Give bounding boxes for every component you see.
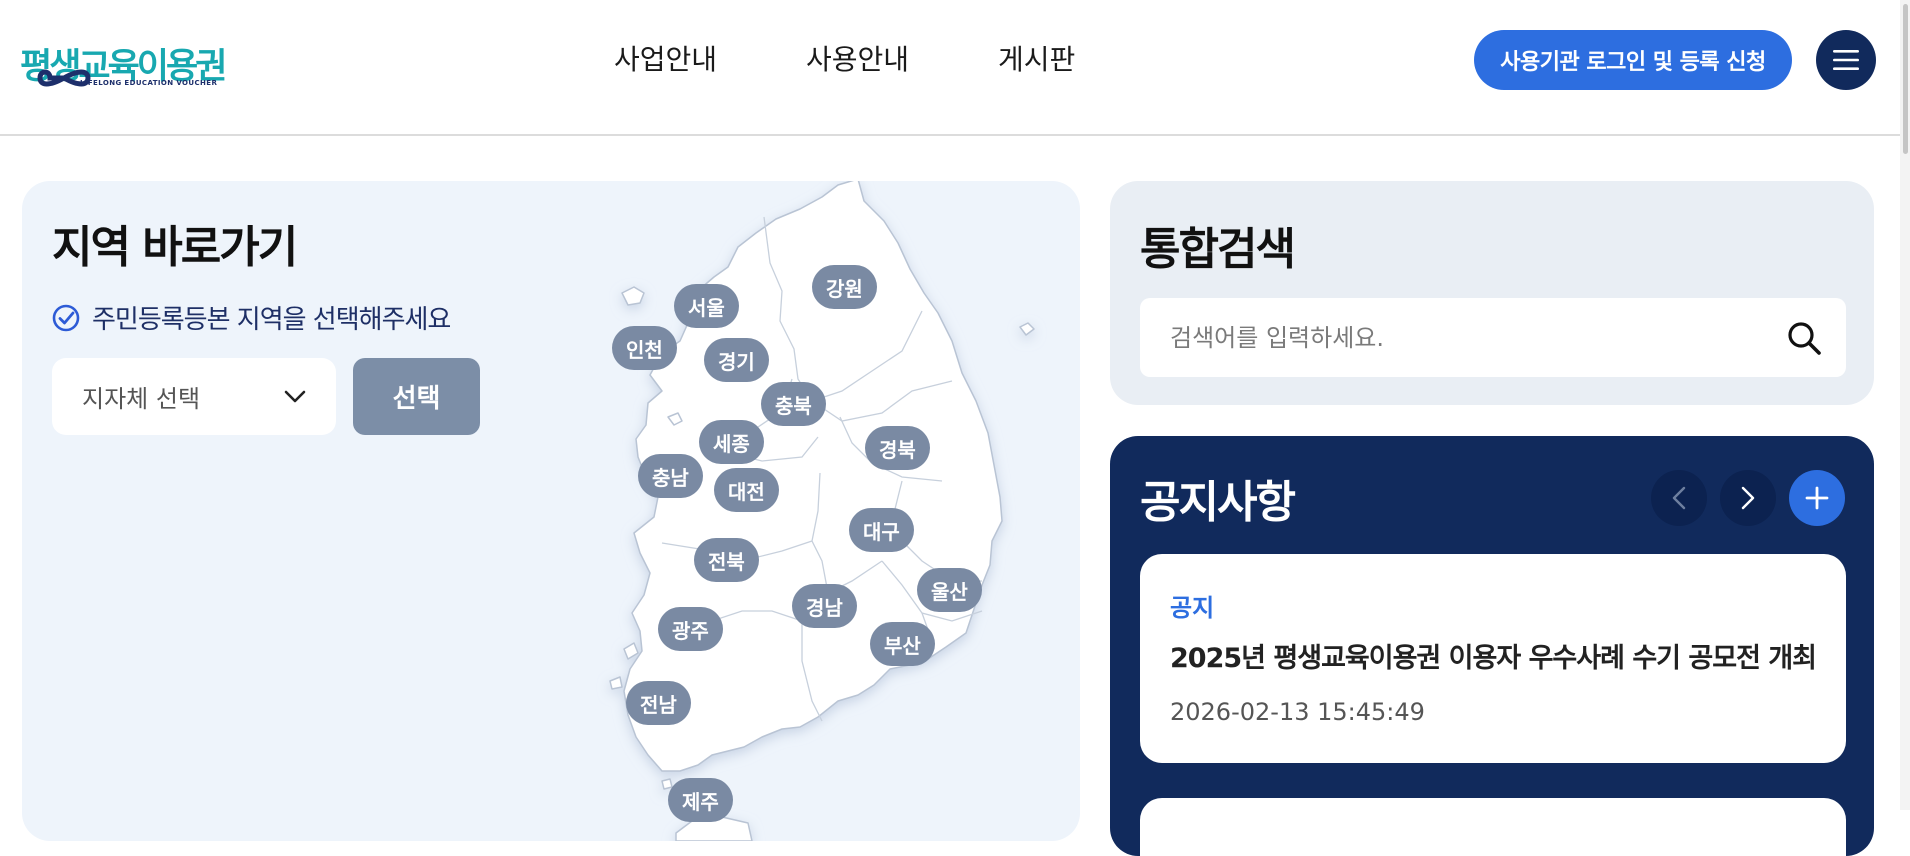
notice-category: 공지 <box>1170 594 1215 622</box>
nav-business-info[interactable]: 사업안내 <box>614 38 717 82</box>
map-pin-chungnam[interactable]: 충남 <box>638 454 703 498</box>
infinity-icon <box>37 69 91 87</box>
menu-button[interactable] <box>1816 30 1876 90</box>
nav-usage-guide[interactable]: 사용안내 <box>806 38 909 82</box>
map-pin-jeju[interactable]: 제주 <box>668 778 733 822</box>
search-title: 통합검색 <box>1140 224 1296 275</box>
chevron-right-icon <box>1741 486 1755 510</box>
map-pin-jeonbuk[interactable]: 전북 <box>694 538 759 582</box>
notice-title: 공지사항 <box>1140 477 1296 528</box>
search-icon <box>1788 322 1821 355</box>
logo-subtitle: LIFELONG EDUCATION VOUCHER <box>80 79 218 87</box>
hamburger-icon <box>1833 50 1859 70</box>
map-pin-gyeongbuk[interactable]: 경북 <box>865 426 930 470</box>
notice-panel: 공지사항 공지 2025년 평생교육이용권 이용자 우수사례 수기 공모전 개최… <box>1110 436 1874 856</box>
search-input[interactable] <box>1140 298 1760 377</box>
site-header: 평생교육이용권 LIFELONG EDUCATION VOUCHER 사업안내 … <box>0 0 1910 136</box>
institution-login-button[interactable]: 사용기관 로그인 및 등록 신청 <box>1474 30 1792 90</box>
region-shortcut-panel: 지역 바로가기 주민등록등본 지역을 선택해주세요 지자체 선택 선택 서울 인… <box>22 181 1080 841</box>
map-pin-chungbuk[interactable]: 충북 <box>761 382 826 426</box>
map-pin-gyeongnam[interactable]: 경남 <box>792 584 857 628</box>
municipality-select[interactable]: 지자체 선택 <box>52 358 336 435</box>
search-button[interactable] <box>1782 316 1826 360</box>
map-pin-busan[interactable]: 부산 <box>870 622 935 666</box>
integrated-search-panel: 통합검색 <box>1110 181 1874 405</box>
search-box <box>1140 298 1846 377</box>
korea-map <box>609 181 1035 841</box>
map-pin-gangwon[interactable]: 강원 <box>812 265 877 309</box>
map-pin-daejeon[interactable]: 대전 <box>714 468 779 512</box>
region-select-button[interactable]: 선택 <box>353 358 480 435</box>
map-pin-seoul[interactable]: 서울 <box>674 284 739 328</box>
plus-icon <box>1805 486 1829 510</box>
chevron-left-icon <box>1672 486 1686 510</box>
notice-item-title: 2025년 평생교육이용권 이용자 우수사례 수기 공모전 개최 <box>1170 643 1817 674</box>
map-pin-gwangju[interactable]: 광주 <box>658 607 723 651</box>
map-pin-gyeonggi[interactable]: 경기 <box>704 338 769 382</box>
chevron-down-icon <box>284 390 306 402</box>
notice-item[interactable]: 공지 2025년 평생교육이용권 이용자 우수사례 수기 공모전 개최 2026… <box>1140 554 1846 763</box>
notice-next-button[interactable] <box>1720 470 1776 526</box>
region-hint-text: 주민등록등본 지역을 선택해주세요 <box>92 305 451 335</box>
notice-item-date: 2026-02-13 15:45:49 <box>1170 698 1425 726</box>
map-pin-incheon[interactable]: 인천 <box>612 326 677 370</box>
map-pin-jeonnam[interactable]: 전남 <box>626 681 691 725</box>
notice-item-next[interactable] <box>1140 798 1846 856</box>
region-title: 지역 바로가기 <box>52 222 298 273</box>
municipality-select-value: 지자체 선택 <box>82 385 201 413</box>
map-pin-ulsan[interactable]: 울산 <box>917 568 982 612</box>
region-hint: 주민등록등본 지역을 선택해주세요 <box>52 299 451 336</box>
scrollbar-thumb[interactable] <box>1903 4 1908 154</box>
check-circle-icon <box>52 304 80 331</box>
notice-prev-button[interactable] <box>1651 470 1707 526</box>
site-logo[interactable]: 평생교육이용권 LIFELONG EDUCATION VOUCHER <box>18 38 227 90</box>
map-pin-daegu[interactable]: 대구 <box>849 508 914 552</box>
nav-board[interactable]: 게시판 <box>998 38 1075 82</box>
map-pin-sejong[interactable]: 세종 <box>699 420 764 464</box>
notice-more-button[interactable] <box>1789 470 1845 526</box>
